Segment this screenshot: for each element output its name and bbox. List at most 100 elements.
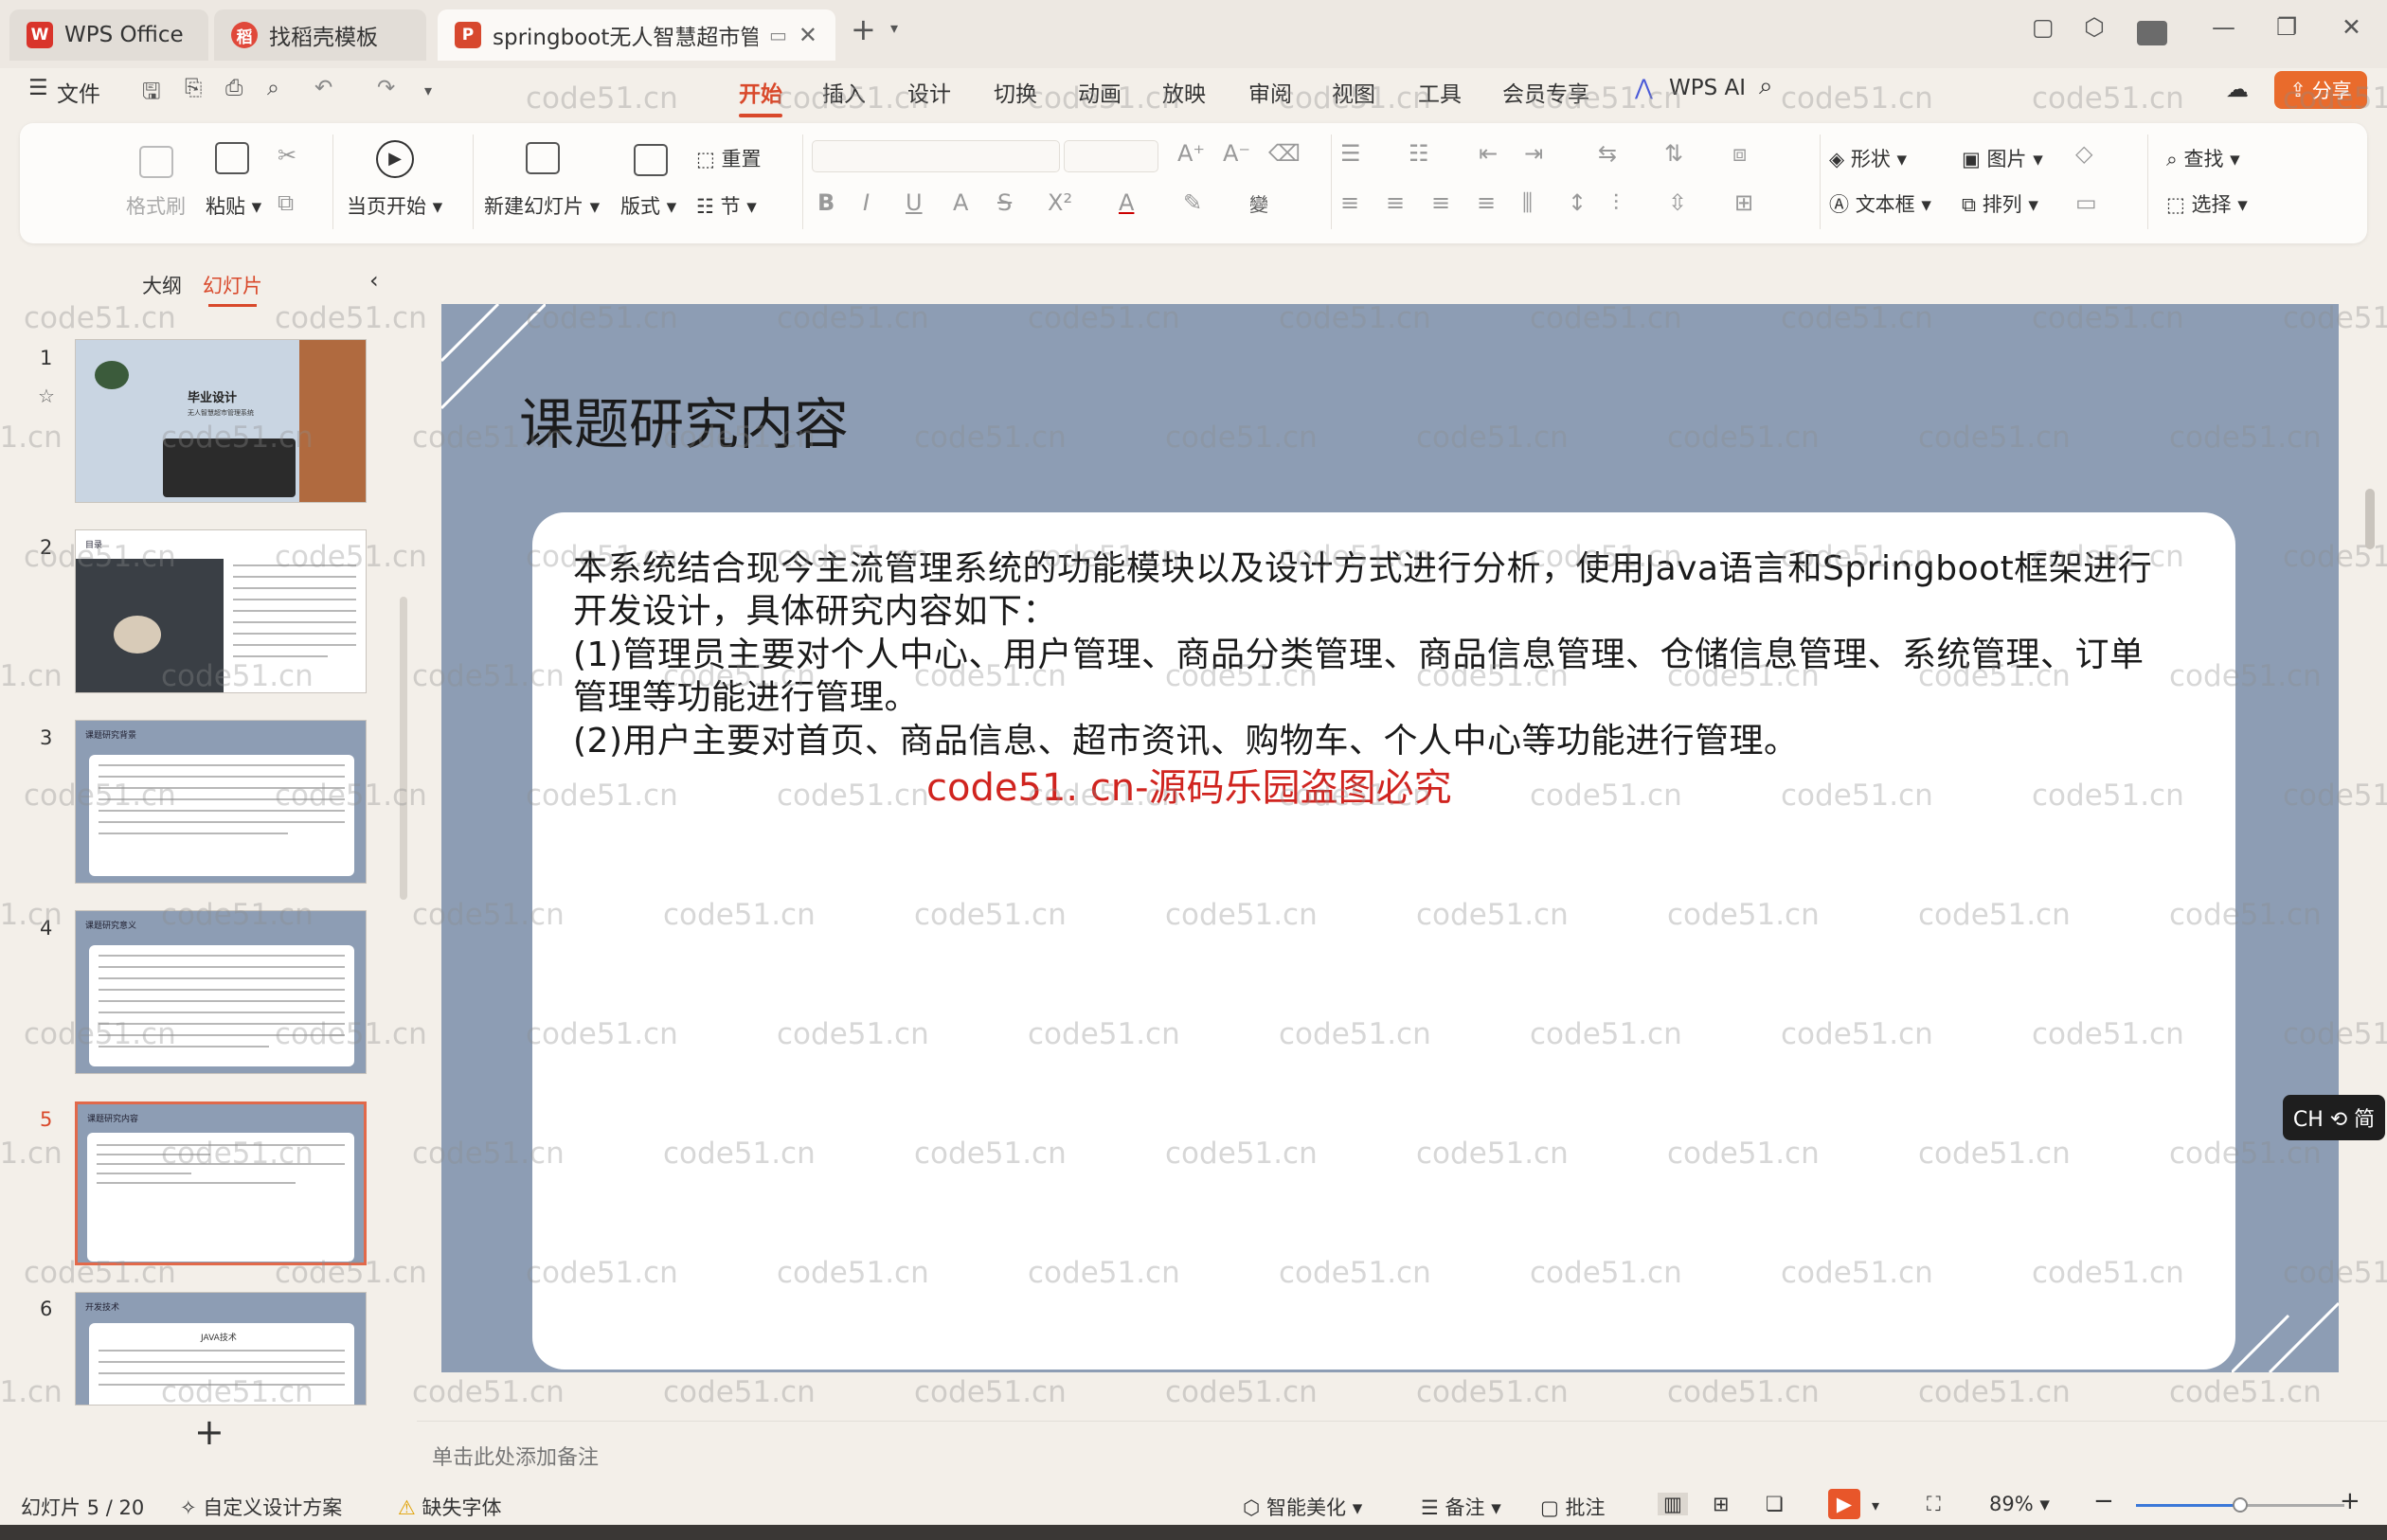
cloud-icon[interactable]: ☁ <box>2226 76 2249 102</box>
tab-wps-ai[interactable]: WPS AI <box>1669 76 1746 100</box>
columns-icon[interactable]: ⫶ <box>1613 189 1619 216</box>
play-from-current-button[interactable]: 当页开始 ▾ <box>347 191 442 220</box>
layout-button[interactable]: 版式 ▾ <box>620 191 676 220</box>
cube-icon[interactable]: ⬡ <box>2084 13 2105 41</box>
tab-member[interactable]: 会员专享 <box>1502 76 1589 108</box>
arrange-button[interactable]: ⧉ 排列 ▾ <box>1962 189 2038 218</box>
select-button[interactable]: ⬚ 选择 ▾ <box>2166 189 2248 218</box>
slide-thumbnail-active[interactable]: 课题研究内容 <box>75 1101 367 1265</box>
text-shadow-icon[interactable]: A <box>953 189 968 216</box>
decrease-font-icon[interactable]: A⁻ <box>1223 140 1250 167</box>
italic-icon[interactable]: I <box>863 189 870 216</box>
search-icon[interactable]: ⌕ <box>1759 72 1773 101</box>
decrease-indent-icon[interactable]: ⇤ <box>1479 140 1498 167</box>
phonetic-icon[interactable]: 變 <box>1249 189 1268 217</box>
picture-button[interactable]: ▣ 图片 ▾ <box>1962 144 2043 172</box>
cut-icon[interactable]: ✂ <box>278 142 296 169</box>
line-spacing-icon[interactable]: ↕ <box>1568 189 1587 216</box>
avatar[interactable] <box>2137 21 2167 45</box>
tab-slideshow[interactable]: 放映 <box>1162 76 1206 108</box>
tab-transition[interactable]: 切换 <box>994 76 1037 108</box>
missing-font-button[interactable]: ⚠ 缺失字体 <box>398 1493 502 1521</box>
align-center-icon[interactable]: ≡ <box>1386 189 1405 216</box>
comments-button[interactable]: ▢ 批注 <box>1540 1493 1606 1521</box>
slide-canvas[interactable]: 课题研究内容 本系统结合现今主流管理系统的功能模块以及设计方式进行分析，使用Ja… <box>441 304 2339 1372</box>
superscript-icon[interactable]: X² <box>1048 189 1072 216</box>
font-color-icon[interactable]: A <box>1119 189 1134 216</box>
slide-scrollbar[interactable] <box>2365 489 2375 549</box>
tab-template[interactable]: 稻 找稻壳模板 <box>214 9 426 61</box>
slide-thumbnail[interactable]: 开发技术 JAVA技术 <box>75 1292 367 1406</box>
zoom-slider[interactable] <box>2136 1497 2344 1513</box>
font-size-select[interactable] <box>1064 140 1158 172</box>
copy-icon[interactable]: ⧉ <box>278 189 294 216</box>
fill-icon[interactable]: ◇ <box>2075 140 2092 167</box>
align-left-icon[interactable]: ≡ <box>1340 189 1359 216</box>
normal-view-icon[interactable]: ▥ <box>1658 1493 1688 1515</box>
text-direction-icon[interactable]: ⇆ <box>1598 140 1617 167</box>
slide-thumbnail[interactable]: 目录 <box>75 529 367 693</box>
design-scheme-button[interactable]: ✧ 自定义设计方案 <box>180 1493 342 1521</box>
tab-animation[interactable]: 动画 <box>1078 76 1122 108</box>
save-icon[interactable]: 🖫 <box>142 76 161 113</box>
tab-tools[interactable]: 工具 <box>1418 76 1462 108</box>
tab-wps-office[interactable]: W WPS Office <box>9 9 208 61</box>
strikethrough-icon[interactable]: S <box>997 189 1012 216</box>
print-preview-icon[interactable]: ⌕ <box>267 76 279 100</box>
new-slide-button[interactable]: 新建幻灯片 ▾ <box>484 191 600 220</box>
tab-review[interactable]: 审阅 <box>1248 76 1292 108</box>
collapse-panel-icon[interactable]: ‹ <box>369 267 379 294</box>
ime-indicator[interactable]: CH ⟲ 简 <box>2283 1095 2385 1140</box>
new-tab-icon[interactable]: + <box>851 11 876 47</box>
sort-icon[interactable]: ⇅ <box>1664 140 1683 167</box>
add-slide-icon[interactable]: + <box>194 1411 224 1453</box>
tab-home[interactable]: 开始 <box>739 76 782 117</box>
print-icon[interactable]: ⎙ <box>225 76 242 100</box>
section-button[interactable]: ☷ 节 ▾ <box>696 191 757 220</box>
maximize-icon[interactable]: ❐ <box>2276 13 2297 41</box>
slide-thumbnail[interactable]: 毕业设计 无人智慧超市管理系统 <box>75 339 367 503</box>
underline-icon[interactable]: U <box>906 189 923 216</box>
tab-view[interactable]: 视图 <box>1332 76 1375 108</box>
window-icon[interactable]: ▢ <box>2032 13 2055 41</box>
export-icon[interactable]: ⎘ <box>185 76 202 100</box>
vertical-align-icon[interactable]: ⇳ <box>1668 189 1687 216</box>
distribute-icon[interactable]: ⫼ <box>1522 189 1533 216</box>
notes-pane[interactable]: 单击此处添加备注 <box>417 1421 2387 1485</box>
shape-button[interactable]: ◈ 形状 ▾ <box>1829 144 1907 172</box>
paste-button[interactable]: 粘贴 ▾ <box>206 191 261 220</box>
share-button[interactable]: ⇪ 分享 <box>2274 71 2367 109</box>
close-icon[interactable]: ✕ <box>2342 13 2361 41</box>
hamburger-icon[interactable]: ☰ <box>28 76 48 100</box>
notes-toggle-button[interactable]: ☰ 备注 ▾ <box>1421 1493 1501 1521</box>
reset-button[interactable]: ⬚ 重置 <box>696 144 762 172</box>
format-painter-button[interactable]: 格式刷 <box>126 191 186 220</box>
menu-file[interactable]: 文件 <box>57 76 100 108</box>
quick-access-dropdown-icon[interactable]: ▾ <box>424 81 432 99</box>
textbox-button[interactable]: Ⓐ 文本框 ▾ <box>1829 189 1931 218</box>
highlight-icon[interactable]: ✎ <box>1183 189 1202 216</box>
increase-font-icon[interactable]: A⁺ <box>1177 140 1205 167</box>
find-button[interactable]: ⌕ 查找 ▾ <box>2166 144 2240 172</box>
undo-icon[interactable]: ↶ <box>314 76 332 100</box>
zoom-in-icon[interactable]: + <box>2340 1487 2360 1515</box>
reading-view-icon[interactable]: ❏ <box>1766 1493 1784 1515</box>
tab-insert[interactable]: 插入 <box>822 76 866 108</box>
content-textbox[interactable]: 本系统结合现今主流管理系统的功能模块以及设计方式进行分析，使用Java语言和Sp… <box>532 512 2235 1370</box>
align-right-icon[interactable]: ≡ <box>1431 189 1450 216</box>
font-family-select[interactable] <box>812 140 1060 172</box>
slideshow-dropdown-icon[interactable]: ▾ <box>1872 1496 1879 1514</box>
zoom-out-icon[interactable]: − <box>2093 1487 2114 1515</box>
text-fit-icon[interactable]: ⊞ <box>1734 189 1753 216</box>
clear-format-icon[interactable]: ⌫ <box>1268 140 1301 167</box>
bullets-icon[interactable]: ☰ <box>1340 140 1361 167</box>
bold-icon[interactable]: B <box>817 189 835 216</box>
slides-tab[interactable]: 幻灯片 <box>203 271 262 307</box>
convert-icon[interactable]: ⧈ <box>1732 140 1747 167</box>
tab-close-icon[interactable]: ✕ <box>799 22 817 48</box>
zoom-level[interactable]: 89% ▾ <box>1989 1493 2050 1515</box>
outline-tab[interactable]: 大纲 <box>142 271 182 299</box>
minimize-icon[interactable]: — <box>2212 13 2235 41</box>
tab-design[interactable]: 设计 <box>907 76 951 108</box>
justify-icon[interactable]: ≡ <box>1477 189 1496 216</box>
